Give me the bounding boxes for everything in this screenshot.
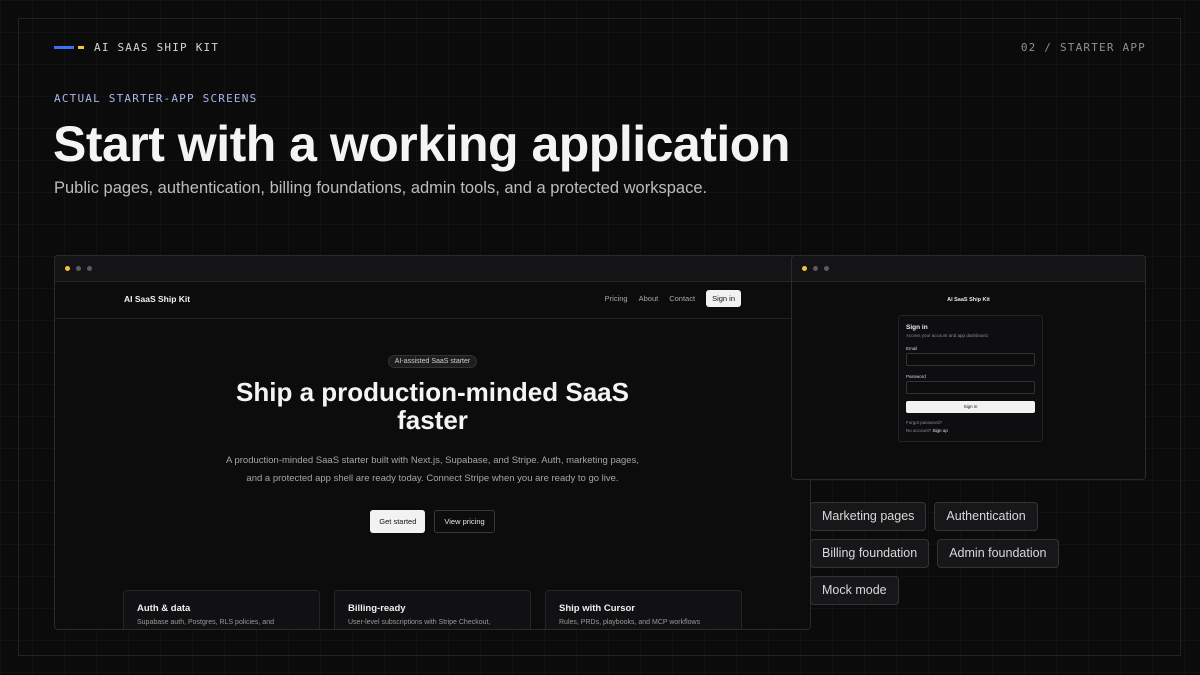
get-started-button[interactable]: Get started bbox=[370, 510, 426, 533]
window-dot bbox=[824, 266, 829, 271]
feature-card-description: Rules, PRDs, playbooks, and MCP workflow… bbox=[559, 619, 701, 626]
signin-subtitle: Access your account and app dashboard. bbox=[906, 333, 989, 338]
page-number: 02 / STARTER APP bbox=[1020, 41, 1146, 54]
forgot-password-link[interactable]: Forgot password? bbox=[906, 420, 1035, 425]
feature-card-description: Supabase auth, Postgres, RLS policies, a… bbox=[137, 619, 274, 626]
hero-title: Ship a production-minded SaaS faster bbox=[236, 377, 629, 435]
signin-page-window: AI SaaS Ship Kit Sign in Access your acc… bbox=[791, 255, 1146, 480]
password-label: Password bbox=[906, 374, 926, 379]
site-logo[interactable]: AI SaaS Ship Kit bbox=[124, 294, 190, 304]
brand-accent-blue bbox=[54, 46, 74, 49]
feature-card-title: Billing-ready bbox=[348, 603, 406, 614]
brand-label: AI SAAS SHIP KIT bbox=[94, 41, 220, 54]
window-dot-yellow bbox=[65, 266, 70, 271]
feature-cards: Auth & data Supabase auth, Postgres, RLS… bbox=[123, 590, 756, 629]
no-account-text: No account? Sign up bbox=[906, 428, 1035, 433]
nav-links: Pricing About Contact Sign in bbox=[594, 290, 741, 307]
window-dot bbox=[813, 266, 818, 271]
email-label: Email bbox=[906, 346, 918, 351]
feature-card-description: User-level subscriptions with Stripe Che… bbox=[348, 619, 491, 626]
eyebrow: ACTUAL STARTER-APP SCREENS bbox=[54, 92, 258, 105]
feature-card-auth: Auth & data Supabase auth, Postgres, RLS… bbox=[123, 590, 320, 629]
window-dot bbox=[76, 266, 81, 271]
site-nav: AI SaaS Ship Kit Pricing About Contact S… bbox=[55, 282, 810, 319]
feature-card-title: Ship with Cursor bbox=[559, 603, 635, 614]
window-dot-yellow bbox=[802, 266, 807, 271]
window-dot bbox=[87, 266, 92, 271]
signin-button[interactable]: Sign in bbox=[706, 290, 741, 307]
hero-badge: AI-assisted SaaS starter bbox=[387, 355, 478, 368]
brand-accent-yellow bbox=[78, 46, 84, 49]
email-field[interactable] bbox=[906, 353, 1035, 366]
brand: AI SAAS SHIP KIT bbox=[54, 41, 219, 54]
tag-admin-foundation: Admin foundation bbox=[937, 539, 1059, 568]
tag-marketing-pages: Marketing pages bbox=[810, 502, 927, 531]
signin-submit-button[interactable]: Sign in bbox=[906, 401, 1035, 413]
window-titlebar bbox=[55, 256, 810, 282]
nav-link-about[interactable]: About bbox=[639, 294, 659, 303]
feature-card-billing: Billing-ready User-level subscriptions w… bbox=[334, 590, 531, 629]
view-pricing-button[interactable]: View pricing bbox=[434, 510, 495, 533]
tag-authentication: Authentication bbox=[934, 502, 1038, 531]
signin-title: Sign in bbox=[906, 324, 928, 331]
window-titlebar bbox=[792, 256, 1145, 282]
no-account-label: No account? bbox=[906, 428, 932, 433]
page-subtitle: Public pages, authentication, billing fo… bbox=[54, 179, 708, 197]
hero-section: AI-assisted SaaS starter Ship a producti… bbox=[55, 319, 810, 533]
nav-link-pricing[interactable]: Pricing bbox=[605, 294, 628, 303]
hero-cta-group: Get started View pricing bbox=[55, 510, 810, 533]
password-field[interactable] bbox=[906, 381, 1035, 394]
feature-card-cursor: Ship with Cursor Rules, PRDs, playbooks,… bbox=[545, 590, 742, 629]
feature-tags: Marketing pages Authentication Billing f… bbox=[810, 502, 1150, 613]
site-logo[interactable]: AI SaaS Ship Kit bbox=[792, 297, 1145, 303]
tag-billing-foundation: Billing foundation bbox=[810, 539, 930, 568]
signin-form: Sign in Access your account and app dash… bbox=[898, 315, 1043, 442]
signup-link[interactable]: Sign up bbox=[933, 428, 948, 433]
hero-description: A production-minded SaaS starter built w… bbox=[226, 455, 639, 484]
nav-link-contact[interactable]: Contact bbox=[669, 294, 695, 303]
tag-mock-mode: Mock mode bbox=[810, 576, 899, 605]
landing-page-window: AI SaaS Ship Kit Pricing About Contact S… bbox=[54, 255, 811, 630]
feature-card-title: Auth & data bbox=[137, 603, 191, 614]
page-title: Start with a working application bbox=[53, 116, 790, 172]
